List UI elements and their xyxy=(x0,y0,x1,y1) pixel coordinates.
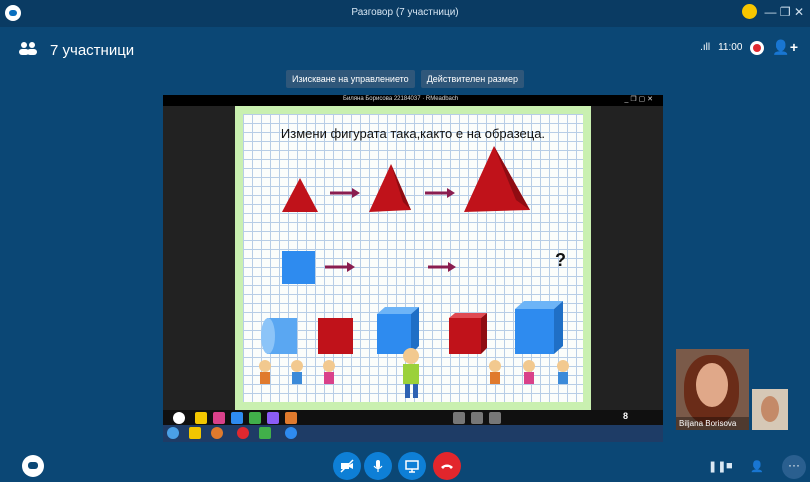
call-header: 7 участници .ıll 11:00 👤+ xyxy=(0,27,810,71)
shape-tool-icon[interactable] xyxy=(231,412,243,424)
request-control-button[interactable]: Изискване на управлението xyxy=(286,70,415,88)
whiteboard-logo-icon[interactable] xyxy=(173,412,185,424)
chat-button[interactable] xyxy=(22,455,44,477)
pen-tool-icon[interactable] xyxy=(195,412,207,424)
red-cube xyxy=(449,313,487,354)
layout-button[interactable]: ■ xyxy=(726,460,733,472)
media-player-icon[interactable] xyxy=(211,427,223,439)
slide: Измени фигурата така,както е на образеца… xyxy=(235,106,591,410)
self-face xyxy=(761,396,779,422)
start-icon[interactable] xyxy=(167,427,179,439)
record-tool-icon[interactable] xyxy=(285,412,297,424)
arrow-icon xyxy=(330,188,360,198)
pause-button[interactable]: ❚❚ xyxy=(708,460,726,473)
add-person-icon[interactable]: 👤 xyxy=(750,460,764,473)
shared-right-panel xyxy=(591,106,663,410)
title-bar: Разговор (7 участници) — ❐ ✕ xyxy=(0,0,810,27)
select-tool-icon[interactable] xyxy=(453,412,465,424)
whiteboard-toolbar: 8 xyxy=(163,410,663,425)
microphone-button[interactable] xyxy=(364,452,392,480)
kids-clipart-left xyxy=(259,360,335,384)
actual-size-button[interactable]: Действителен размер xyxy=(420,70,524,88)
end-call-button[interactable] xyxy=(433,452,461,480)
window-title: Разговор (7 участници) xyxy=(351,7,459,18)
end-call-icon xyxy=(441,464,453,469)
camera-tool-icon[interactable] xyxy=(267,412,279,424)
add-participant-icon[interactable]: 👤+ xyxy=(772,39,798,56)
call-time: 11:00 xyxy=(718,42,743,53)
more-options-button[interactable]: ··· xyxy=(782,455,806,479)
marker-tool-icon[interactable] xyxy=(249,412,261,424)
app-icon[interactable] xyxy=(259,427,271,439)
arrow-icon xyxy=(425,188,455,198)
screen-share-button[interactable] xyxy=(398,452,426,480)
page-number[interactable]: 8 xyxy=(623,411,628,421)
arrow-icon xyxy=(428,262,456,272)
window-controls[interactable]: — ❐ ✕ xyxy=(765,5,804,19)
text-tool-icon[interactable] xyxy=(213,412,225,424)
participant-face xyxy=(696,363,728,407)
os-taskbar xyxy=(163,425,663,442)
folder-icon[interactable] xyxy=(189,427,201,439)
emoticon-icon[interactable] xyxy=(741,4,757,19)
self-video-preview[interactable] xyxy=(752,389,788,430)
shared-left-panel xyxy=(163,106,235,410)
screen-share-icon xyxy=(405,460,419,473)
clear-tool-icon[interactable] xyxy=(489,412,501,424)
microphone-icon xyxy=(373,460,383,472)
shared-window-title: Биляна Борисова 22184037 · RMeadbach xyxy=(343,96,459,102)
browser-icon[interactable] xyxy=(285,427,297,439)
video-off-button[interactable] xyxy=(333,452,361,480)
chrome-icon[interactable] xyxy=(237,427,249,439)
red-square xyxy=(318,318,353,354)
kids-clipart-right xyxy=(489,360,569,384)
participant-name: Biljana Borisova xyxy=(676,417,749,430)
blue-square xyxy=(282,251,315,284)
record-icon[interactable] xyxy=(750,40,765,55)
signal-icon: .ıll xyxy=(700,42,711,53)
large-pyramid xyxy=(464,146,530,212)
kid-clipart-center xyxy=(403,348,419,398)
shared-window-titlebar: Биляна Борисова 22184037 · RMeadbach _ ❐… xyxy=(163,95,663,106)
question-mark: ? xyxy=(555,250,566,270)
participant-video-main[interactable]: Biljana Borisova xyxy=(676,349,749,430)
medium-pyramid xyxy=(369,164,411,212)
video-off-icon xyxy=(340,459,354,473)
large-blue-cube xyxy=(515,301,563,354)
participants-count[interactable]: 7 участници xyxy=(50,42,134,59)
people-icon[interactable] xyxy=(18,41,38,55)
blue-cylinder xyxy=(261,318,297,354)
shared-window-controls: _ ❐ ▢ ✕ xyxy=(624,96,653,103)
small-triangle xyxy=(282,178,318,212)
arrow-icon xyxy=(325,262,355,272)
eraser-tool-icon[interactable] xyxy=(471,412,483,424)
slide-title: Измени фигурата така,както е на образеца… xyxy=(280,126,546,141)
shared-screen[interactable]: Биляна Борисова 22184037 · RMeadbach _ ❐… xyxy=(163,95,663,442)
